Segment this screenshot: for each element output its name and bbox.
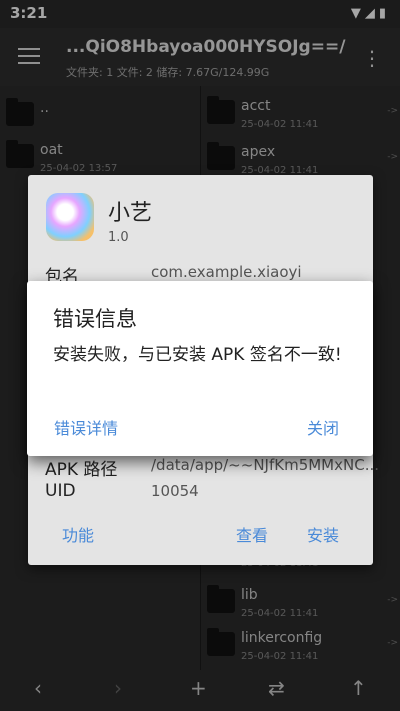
app-version: 1.0 <box>108 230 129 245</box>
error-dialog: 错误信息 安装失败，与已安装 APK 签名不一致! 错误详情 关闭 <box>27 281 373 456</box>
functions-button[interactable]: 功能 <box>62 522 94 546</box>
install-button[interactable]: 安装 <box>307 522 339 546</box>
uid-label: UID <box>45 481 76 501</box>
view-button[interactable]: 查看 <box>236 522 268 546</box>
apk-path-value: /data/app/~~NJfKm5MMxNC... <box>151 456 379 474</box>
apk-path-label: APK 路径 <box>45 460 118 480</box>
error-title: 错误信息 <box>53 307 137 331</box>
package-value: com.example.xiaoyi <box>151 263 302 281</box>
close-button[interactable]: 关闭 <box>307 415 339 439</box>
error-details-button[interactable]: 错误详情 <box>54 415 118 439</box>
app-icon <box>46 193 94 241</box>
error-message: 安装失败，与已安装 APK 签名不一致! <box>53 345 342 365</box>
app-name: 小艺 <box>108 201 153 226</box>
uid-value: 10054 <box>151 482 199 500</box>
